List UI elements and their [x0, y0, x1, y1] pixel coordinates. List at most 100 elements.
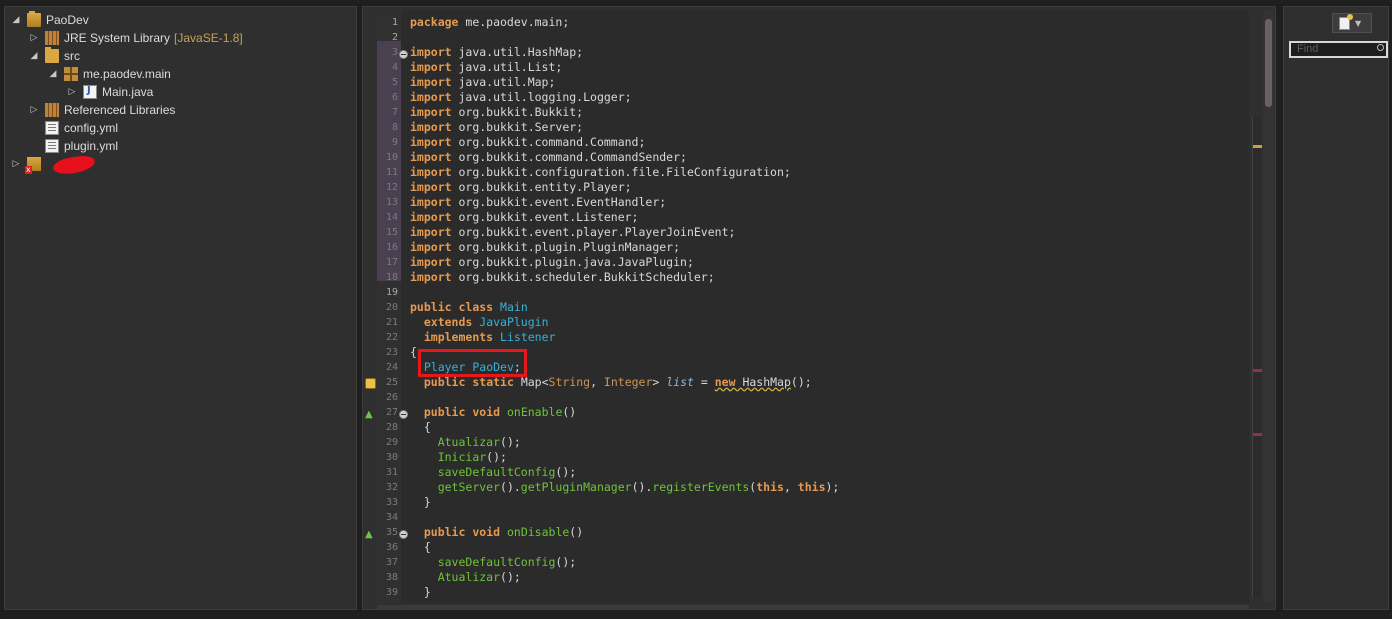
override-marker-icon[interactable]: ▲: [365, 530, 377, 540]
code-line[interactable]: Atualizar();: [410, 435, 521, 450]
tree-item-package[interactable]: ◢ me.paodev.main: [46, 65, 171, 83]
code-line[interactable]: import org.bukkit.plugin.java.JavaPlugin…: [410, 255, 694, 270]
code-line[interactable]: }: [410, 585, 431, 600]
code-line[interactable]: import org.bukkit.Bukkit;: [410, 105, 583, 120]
code-line[interactable]: }: [410, 495, 431, 510]
expanded-arrow-icon[interactable]: ◢: [46, 67, 60, 81]
code-line[interactable]: extends JavaPlugin: [410, 315, 549, 330]
code-token: org.bukkit.event.EventHandler;: [451, 195, 667, 209]
code-area[interactable]: 1 2 3 4 5 6 7 8 9 10 11 12 13 14 15 16 17 18 19 20 21 22 23 24 2…: [365, 11, 1249, 603]
code-line[interactable]: saveDefaultConfig();: [410, 465, 576, 480]
code-line[interactable]: import java.util.HashMap;: [410, 45, 583, 60]
code-line[interactable]: import org.bukkit.entity.Player;: [410, 180, 632, 195]
code-editor[interactable]: 1 2 3 4 5 6 7 8 9 10 11 12 13 14 15 16 17 18 19 20 21 22 23 24 2…: [362, 6, 1276, 610]
code-line[interactable]: import org.bukkit.event.player.PlayerJoi…: [410, 225, 735, 240]
code-token: static: [472, 375, 514, 389]
find-input[interactable]: [1297, 43, 1377, 55]
code-line[interactable]: import java.util.Map;: [410, 75, 555, 90]
line-number: 31: [385, 467, 398, 478]
override-marker-icon[interactable]: ▲: [365, 410, 377, 420]
code-token: getPluginManager: [520, 480, 632, 494]
code-line[interactable]: public class Main: [410, 300, 528, 315]
line-number: 26: [385, 392, 398, 403]
line-number: 6: [391, 92, 398, 103]
line-number: 18: [385, 272, 398, 283]
collapsed-arrow-icon[interactable]: ▷: [27, 103, 41, 117]
line-number: 23: [385, 347, 398, 358]
horizontal-scrollbar[interactable]: [377, 605, 1249, 609]
fold-collapse-icon[interactable]: [399, 530, 408, 539]
scrollbar-thumb[interactable]: [1265, 19, 1272, 107]
tree-item-closed-project[interactable]: ▷: [9, 155, 46, 174]
line-number: 24: [385, 362, 398, 373]
line-number: 27: [385, 407, 398, 418]
find-field[interactable]: [1289, 41, 1388, 58]
code-token: ();: [500, 570, 521, 584]
collapsed-arrow-icon[interactable]: ▷: [27, 31, 41, 45]
code-token: HashMap: [735, 375, 791, 389]
code-line[interactable]: import org.bukkit.command.Command;: [410, 135, 645, 150]
code-token: implements: [423, 330, 494, 344]
code-line[interactable]: {: [410, 540, 431, 555]
tree-item-src[interactable]: ◢ src: [27, 47, 80, 65]
vertical-scrollbar[interactable]: [1263, 11, 1274, 603]
code-token: );: [825, 480, 840, 494]
code-line[interactable]: import org.bukkit.event.Listener;: [410, 210, 638, 225]
code-line[interactable]: import org.bukkit.plugin.PluginManager;: [410, 240, 680, 255]
code-line[interactable]: Atualizar();: [410, 570, 521, 585]
warning-overview-mark[interactable]: [1253, 145, 1262, 148]
fold-collapse-icon[interactable]: [399, 50, 408, 59]
tree-item-project[interactable]: ◢ PaoDev: [9, 11, 89, 29]
code-token: import: [410, 45, 452, 59]
code-token: list: [666, 375, 694, 389]
occurrence-overview-mark[interactable]: [1253, 433, 1262, 436]
fold-collapse-icon[interactable]: [399, 410, 408, 419]
code-token: ();: [555, 465, 577, 479]
code-line[interactable]: getServer().getPluginManager().registerE…: [410, 480, 840, 495]
tree-item-plugin-yml[interactable]: plugin.yml: [45, 137, 118, 155]
dropdown-arrow-icon[interactable]: ▼: [1355, 19, 1361, 28]
code-line[interactable]: import org.bukkit.configuration.file.Fil…: [410, 165, 791, 180]
code-line[interactable]: saveDefaultConfig();: [410, 555, 576, 570]
code-token: org.bukkit.Server;: [451, 120, 584, 134]
code-line[interactable]: {: [410, 420, 431, 435]
line-number: 35: [385, 527, 398, 538]
expanded-arrow-icon[interactable]: ◢: [9, 13, 23, 27]
warning-marker-icon[interactable]: [365, 378, 376, 389]
code-line[interactable]: import org.bukkit.Server;: [410, 120, 583, 135]
code-line[interactable]: implements Listener: [410, 330, 556, 345]
overview-ruler[interactable]: [1252, 117, 1262, 597]
collapsed-arrow-icon[interactable]: ▷: [9, 157, 23, 171]
line-number: 5: [391, 77, 398, 88]
code-token: org.bukkit.event.Listener;: [451, 210, 639, 224]
code-line[interactable]: {: [410, 345, 417, 360]
tree-item-jre[interactable]: ▷ JRE System Library [JavaSE-1.8]: [27, 29, 243, 47]
code-token: java.util.List;: [451, 60, 563, 74]
code-line[interactable]: import org.bukkit.event.EventHandler;: [410, 195, 666, 210]
code-token: import: [410, 255, 452, 269]
code-line[interactable]: import java.util.List;: [410, 60, 562, 75]
line-number: 38: [385, 572, 398, 583]
code-line[interactable]: package me.paodev.main;: [410, 15, 569, 30]
code-line[interactable]: import org.bukkit.command.CommandSender;: [410, 150, 687, 165]
code-line[interactable]: public void onDisable(): [410, 525, 583, 540]
code-line[interactable]: public static Map<String, Integer> list …: [410, 375, 812, 390]
new-button[interactable]: ▼: [1332, 13, 1372, 33]
code-line[interactable]: import java.util.logging.Logger;: [410, 90, 632, 105]
code-token: Map<: [513, 375, 549, 389]
tree-item-referenced-libraries[interactable]: ▷ Referenced Libraries: [27, 101, 175, 119]
occurrence-overview-mark[interactable]: [1253, 369, 1262, 372]
tree-item-config-yml[interactable]: config.yml: [45, 119, 118, 137]
code-line[interactable]: Iniciar();: [410, 450, 507, 465]
expanded-arrow-icon[interactable]: ◢: [27, 49, 41, 63]
collapsed-arrow-icon[interactable]: ▷: [65, 85, 79, 99]
code-token: import: [410, 165, 452, 179]
code-line[interactable]: import org.bukkit.scheduler.BukkitSchedu…: [410, 270, 715, 285]
code-line[interactable]: public void onEnable(): [410, 405, 576, 420]
tree-item-main-java[interactable]: ▷ Main.java: [65, 83, 153, 101]
